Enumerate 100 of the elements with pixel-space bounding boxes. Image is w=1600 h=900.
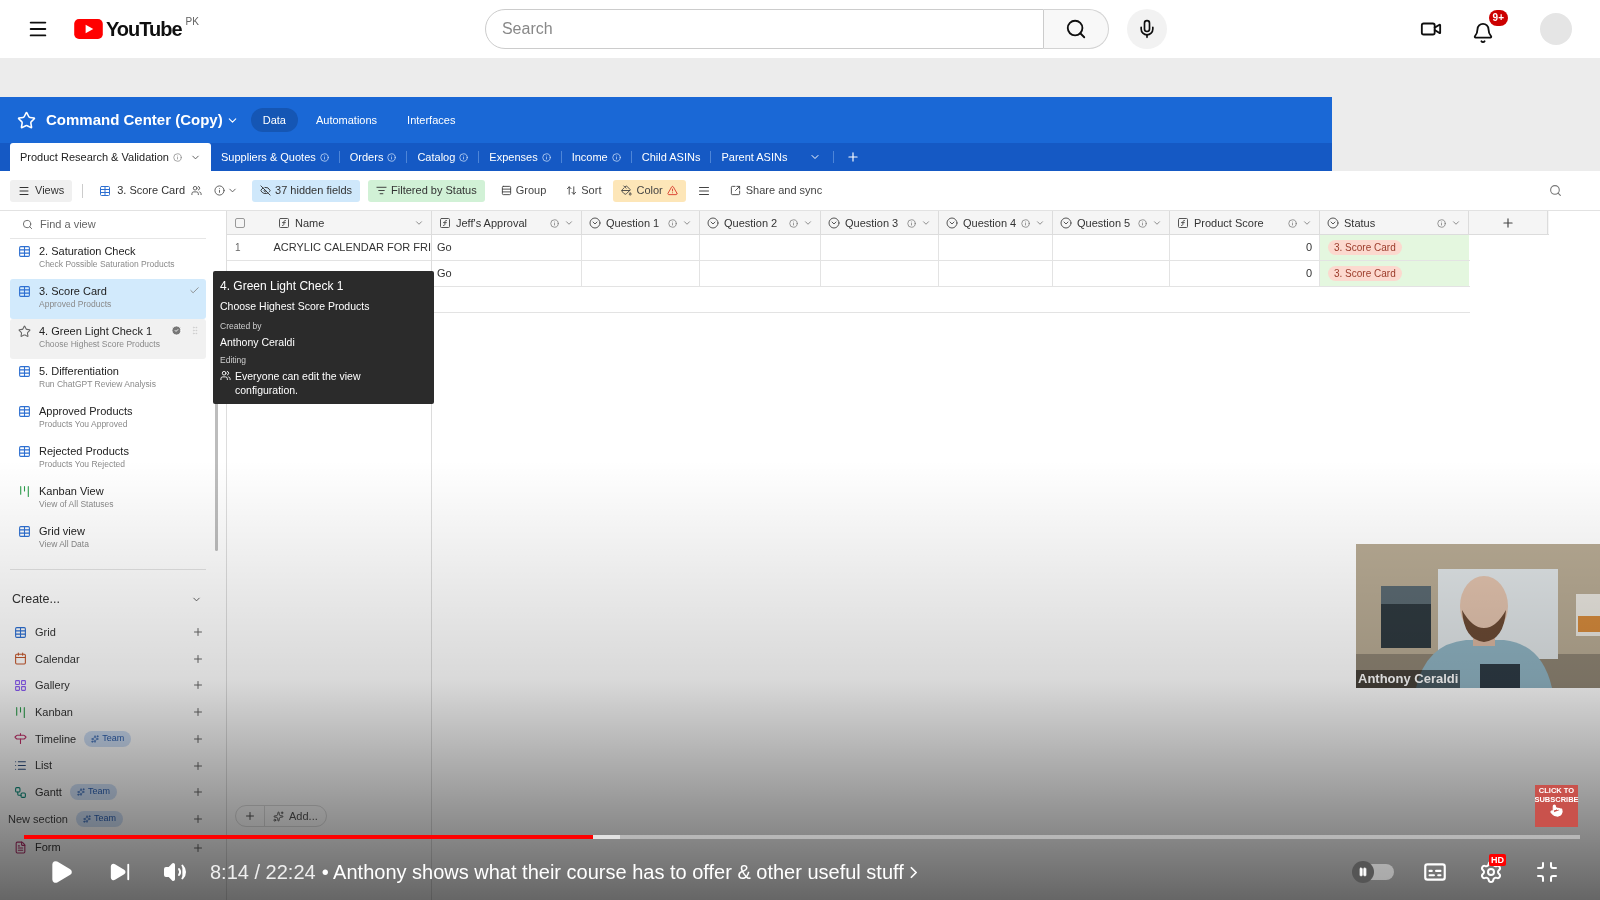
info-icon	[1021, 218, 1031, 228]
view-item[interactable]: Rejected Products Products You Rejected	[10, 439, 206, 479]
add-icon[interactable]	[192, 812, 204, 825]
create-item[interactable]: Calendar	[35, 650, 80, 668]
view-item[interactable]: Kanban View View of All Statuses	[10, 479, 206, 519]
settings-button[interactable]: HD	[1476, 857, 1506, 887]
column-header[interactable]: Question 4	[939, 211, 1053, 235]
table-cell-text: ACRYLIC CALENDAR FOR FRI	[273, 240, 431, 256]
view-title: 3. Score Card	[39, 285, 108, 298]
table-tab[interactable]: Income	[561, 143, 631, 171]
table-tab[interactable]: Product Research & Validation	[10, 143, 211, 171]
nav-tab[interactable]: Interfaces	[395, 108, 468, 132]
create-item[interactable]: List	[35, 757, 53, 774]
create-item[interactable]: Gallery	[35, 677, 70, 694]
view-switcher[interactable]: 3. Score Card	[93, 179, 209, 202]
team-badge: Team	[84, 730, 132, 747]
sparkle-icon	[76, 788, 85, 797]
sort-button[interactable]: Sort	[558, 179, 610, 202]
info-icon	[541, 152, 551, 162]
view-title: 2. Saturation Check	[39, 245, 137, 258]
search-button[interactable]	[1043, 9, 1109, 49]
color-button[interactable]: Color	[613, 179, 686, 202]
chevron-right-icon	[909, 865, 917, 879]
chevron-icon	[1302, 218, 1312, 228]
add-icon[interactable]	[192, 679, 204, 692]
gallery-icon	[14, 678, 27, 692]
nav-tab[interactable]: Automations	[303, 108, 390, 132]
select-icon	[707, 217, 719, 229]
skip-forward-icon	[109, 861, 131, 883]
chevron-icon	[564, 218, 574, 228]
chevron-icon	[1035, 218, 1046, 228]
add-icon[interactable]	[192, 706, 204, 719]
lines-icon	[697, 184, 710, 197]
column-header[interactable]: Question 5	[1053, 211, 1169, 235]
column-header[interactable]: Jeff's Approval	[432, 211, 581, 235]
autoplay-toggle[interactable]	[1354, 864, 1394, 880]
table-tab[interactable]: Suppliers & Quotes	[211, 143, 339, 171]
sparkle-icon	[91, 734, 100, 743]
star-icon	[17, 110, 36, 130]
filter-button[interactable]: Filtered by Status	[368, 179, 485, 202]
search-field[interactable]: Search	[484, 9, 1044, 49]
create-item[interactable]: Grid	[35, 623, 56, 641]
column-header[interactable]: Question 3	[821, 211, 938, 235]
table-cell-text: 0	[1305, 240, 1312, 256]
info-icon	[387, 152, 397, 162]
notifications-button[interactable]: 9+	[1468, 10, 1508, 48]
table-tab[interactable]: Parent ASINs	[711, 143, 798, 171]
view-item[interactable]: Grid view View All Data	[10, 519, 206, 559]
view-description: Products You Rejected	[39, 458, 126, 470]
tooltip-label: Editing	[220, 355, 247, 366]
create-item[interactable]: New section	[8, 810, 68, 828]
tooltip-text: Everyone can edit the view configuration.	[235, 369, 362, 397]
views-button[interactable]: Views	[10, 179, 73, 202]
calendar-icon	[14, 652, 27, 666]
view-title: Kanban View	[39, 485, 105, 498]
group-button[interactable]: Group	[492, 179, 555, 202]
view-item[interactable]: 4. Green Light Check 1 Choose Highest Score Products	[10, 319, 206, 359]
progress-track[interactable]	[24, 835, 1580, 839]
view-item[interactable]: 3. Score Card Approved Products	[10, 279, 206, 319]
list-icon	[14, 759, 27, 773]
create-item[interactable]: Form	[35, 839, 61, 856]
add-icon[interactable]	[192, 841, 204, 854]
column-header[interactable]: Question 2	[700, 211, 820, 235]
column-header[interactable]: Product Score	[1170, 211, 1319, 235]
find-view-field[interactable]: Find a view	[40, 216, 190, 233]
add-icon[interactable]	[192, 786, 204, 799]
formula-icon	[1177, 217, 1189, 229]
info-icon	[1138, 218, 1147, 228]
team-badge: Team	[69, 784, 117, 801]
add-icon[interactable]	[192, 732, 204, 745]
microphone-button[interactable]	[1126, 9, 1167, 49]
create-item[interactable]: Gantt	[35, 783, 62, 801]
add-icon[interactable]	[192, 652, 204, 665]
view-item[interactable]: 5. Differentiation Run ChatGPT Review Analysis	[10, 359, 206, 399]
column-header[interactable]: Question 1	[582, 211, 699, 235]
sort-icon	[566, 185, 578, 196]
view-item[interactable]: Approved Products Products You Approved	[10, 399, 206, 439]
add-icon[interactable]	[192, 626, 204, 639]
view-description: Approved Products	[39, 298, 112, 310]
hidden-fields-button[interactable]: 37 hidden fields	[252, 179, 361, 202]
checkbox[interactable]	[235, 218, 245, 228]
table-tab[interactable]: Expenses	[479, 143, 561, 171]
share-button[interactable]: Share and sync	[723, 179, 829, 202]
view-item[interactable]: 2. Saturation Check Check Possible Saturation Products	[10, 239, 206, 279]
nav-tab[interactable]: Data	[250, 108, 298, 132]
pause-icon	[1358, 867, 1368, 877]
create-item[interactable]: Timeline	[35, 730, 77, 748]
info-icon	[907, 218, 916, 228]
add-icon[interactable]	[192, 759, 204, 772]
base-title[interactable]: Command Center (Copy)	[46, 108, 223, 132]
table-cell-text: Go	[437, 240, 452, 256]
view-description: Products You Approved	[39, 418, 129, 430]
create-item[interactable]: Kanban	[35, 703, 73, 721]
table-tab[interactable]: Child ASINs	[631, 143, 711, 171]
column-header[interactable]: Name	[271, 211, 431, 235]
table-tab[interactable]: Catalog	[407, 143, 479, 171]
logo-text[interactable]: YouTube	[106, 17, 182, 41]
column-header[interactable]: Status	[1320, 211, 1468, 235]
table-tab[interactable]: Orders	[339, 143, 407, 171]
chapter-title[interactable]: • Anthony shows what their course has to offer & other useful stuff	[321, 857, 917, 887]
